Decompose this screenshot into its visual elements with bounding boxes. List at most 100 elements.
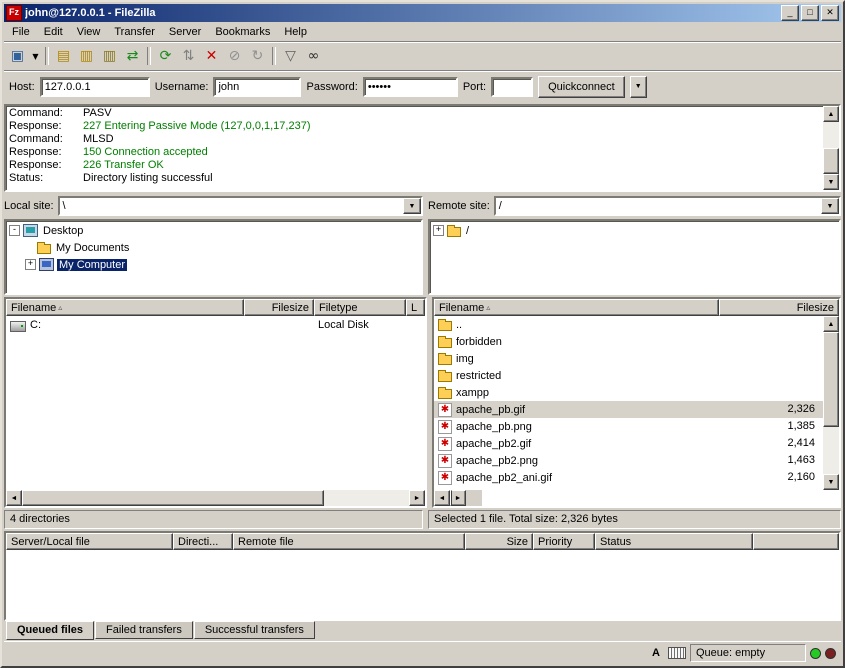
scroll-left-icon[interactable]: ◄	[6, 490, 22, 506]
scroll-right-icon[interactable]: ►	[409, 490, 425, 506]
file-list-panes: Filename▵FilesizeFiletypeL C:Local Disk …	[4, 297, 841, 508]
scroll-thumb[interactable]	[823, 148, 839, 174]
file-row-apache-pb2-gif[interactable]: apache_pb2.gif2,414	[434, 435, 823, 452]
username-input[interactable]	[213, 77, 301, 97]
maximize-button[interactable]: □	[801, 5, 819, 21]
column-header-filesize[interactable]: Filesize	[719, 299, 839, 316]
reconnect-button[interactable]: ↻	[246, 45, 269, 67]
scroll-down-icon[interactable]: ▼	[823, 474, 839, 490]
column-header-filename[interactable]: Filename▵	[6, 299, 244, 316]
tree-expander-icon[interactable]: +	[433, 225, 444, 236]
image-icon	[438, 471, 452, 485]
file-name-cell: forbidden	[434, 336, 719, 348]
log-line-text: 226 Transfer OK	[83, 159, 164, 171]
tree-item-desktop[interactable]: -Desktop	[6, 222, 421, 239]
column-header-filesize[interactable]: Filesize	[244, 299, 314, 316]
local-site-combo[interactable]: \ ▼	[58, 196, 423, 216]
log-scrollbar[interactable]: ▲ ▼	[823, 106, 839, 190]
local-list-header: Filename▵FilesizeFiletype L	[6, 299, 425, 316]
tree-expander-icon[interactable]: -	[9, 225, 20, 236]
file-row-apache-pb2-ani-gif[interactable]: apache_pb2_ani.gif2,160	[434, 469, 823, 486]
log-line: Command:PASV	[9, 107, 820, 120]
scroll-down-icon[interactable]: ▼	[823, 174, 839, 190]
toggle-local-tree-button[interactable]: ▥	[75, 45, 98, 67]
file-row-apache-pb-gif[interactable]: apache_pb.gif2,326	[434, 401, 823, 418]
quickconnect-button[interactable]: Quickconnect	[538, 76, 625, 98]
menu-server[interactable]: Server	[162, 24, 208, 40]
host-input[interactable]	[40, 77, 150, 97]
column-label: L	[411, 302, 417, 314]
disconnect-button[interactable]: ⊘	[223, 45, 246, 67]
toggle-message-log-button[interactable]: ▤	[52, 45, 75, 67]
folder-icon	[438, 321, 452, 331]
tree-item-my-documents[interactable]: My Documents	[6, 239, 421, 256]
local-hscrollbar[interactable]: ◄ ►	[6, 490, 425, 506]
tab-successful-transfers[interactable]: Successful transfers	[194, 621, 315, 639]
scroll-thumb[interactable]	[823, 332, 839, 427]
folder-icon	[438, 389, 452, 399]
file-row-apache-pb2-png[interactable]: apache_pb2.png1,463	[434, 452, 823, 469]
title-bar[interactable]: Fz john@127.0.0.1 - FileZilla _ □ ✕	[4, 4, 841, 22]
file-row-xampp[interactable]: xampp	[434, 384, 823, 401]
password-input[interactable]	[363, 77, 458, 97]
quickconnect-dropdown-icon[interactable]: ▼	[630, 76, 647, 98]
column-header-size[interactable]: Size	[465, 533, 533, 550]
tree-item-my-computer[interactable]: +My Computer	[6, 256, 421, 273]
combo-dropdown-icon[interactable]: ▼	[821, 198, 839, 214]
menu-file[interactable]: File	[5, 24, 37, 40]
combo-dropdown-icon[interactable]: ▼	[403, 198, 421, 214]
image-icon	[438, 420, 452, 434]
refresh-button[interactable]: ⟳	[154, 45, 177, 67]
scroll-up-icon[interactable]: ▲	[823, 316, 839, 332]
site-manager-button[interactable]: ▣	[6, 45, 29, 67]
tree-item-label: /	[464, 225, 471, 237]
port-input[interactable]	[491, 77, 533, 97]
menu-view[interactable]: View	[70, 24, 108, 40]
scroll-thumb[interactable]	[22, 490, 324, 506]
menu-bookmarks[interactable]: Bookmarks	[208, 24, 277, 40]
scroll-thumb[interactable]	[450, 490, 452, 506]
menu-edit[interactable]: Edit	[37, 24, 70, 40]
column-header-remote-file[interactable]: Remote file	[233, 533, 465, 550]
file-row-c[interactable]: C:Local Disk	[6, 316, 425, 333]
desktop-icon	[23, 224, 38, 237]
filter-button[interactable]: ▽	[279, 45, 302, 67]
file-row-img[interactable]: img	[434, 350, 823, 367]
folder-open-icon	[447, 227, 461, 237]
remote-vscrollbar[interactable]: ▲ ▼	[823, 316, 839, 490]
toggle-remote-tree-button[interactable]: ▥	[98, 45, 121, 67]
tree-expander-icon[interactable]: +	[25, 259, 36, 270]
cancel-button[interactable]: ✕	[200, 45, 223, 67]
column-header-server-local-file[interactable]: Server/Local file	[6, 533, 173, 550]
site-manager-dropdown[interactable]: ▼	[29, 45, 42, 67]
remote-site-label: Remote site:	[428, 200, 490, 212]
column-header-directi[interactable]: Directi...	[173, 533, 233, 550]
menu-help[interactable]: Help	[277, 24, 314, 40]
file-size-cell: 2,326	[719, 401, 819, 418]
remote-hscrollbar[interactable]: ◄ ►	[434, 490, 466, 506]
scroll-up-icon[interactable]: ▲	[823, 106, 839, 122]
scroll-right-icon[interactable]: ►	[450, 490, 466, 506]
column-header-priority[interactable]: Priority	[533, 533, 595, 550]
toggle-queue-button[interactable]: ⇄	[121, 45, 144, 67]
file-row-restricted[interactable]: restricted	[434, 367, 823, 384]
scroll-left-icon[interactable]: ◄	[434, 490, 450, 506]
process-queue-button[interactable]: ⇅	[177, 45, 200, 67]
file-row-apache-pb-png[interactable]: apache_pb.png1,385	[434, 418, 823, 435]
menu-transfer[interactable]: Transfer	[107, 24, 162, 40]
column-header-filename[interactable]: Filename▵	[434, 299, 719, 316]
tab-queued-files[interactable]: Queued files	[6, 621, 94, 640]
minimize-button[interactable]: _	[781, 5, 799, 21]
column-header-filetype[interactable]: Filetype	[314, 299, 406, 316]
tab-failed-transfers[interactable]: Failed transfers	[95, 621, 193, 639]
tree-item-item[interactable]: +/	[430, 222, 839, 239]
file-row-item[interactable]: ..	[434, 316, 823, 333]
column-header-l[interactable]: L	[406, 299, 425, 316]
file-row-forbidden[interactable]: forbidden	[434, 333, 823, 350]
find-button[interactable]: ∞	[302, 45, 325, 67]
file-name-cell: restricted	[434, 370, 719, 382]
close-button[interactable]: ✕	[821, 5, 839, 21]
host-label: Host:	[9, 81, 35, 93]
column-header-status[interactable]: Status	[595, 533, 753, 550]
remote-site-combo[interactable]: / ▼	[494, 196, 841, 216]
